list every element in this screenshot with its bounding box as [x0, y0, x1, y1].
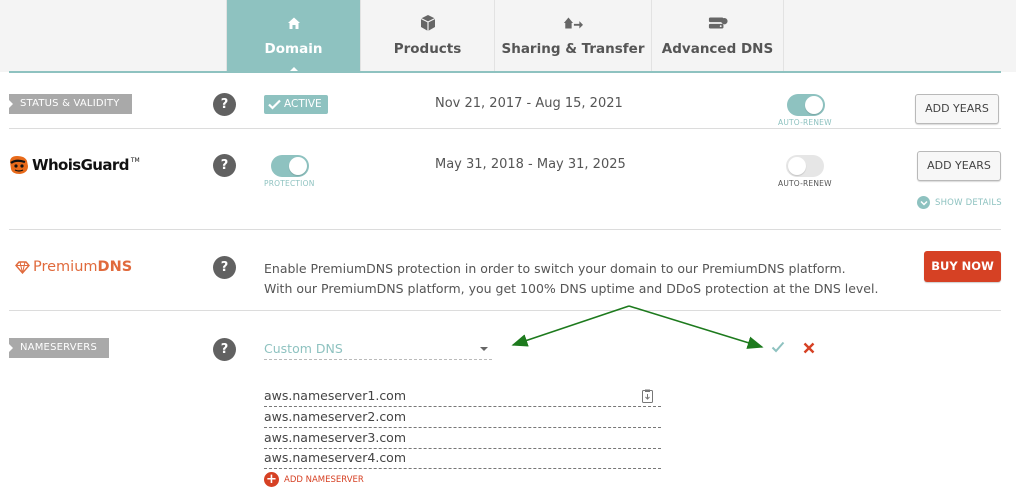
annotation-arrows [511, 305, 764, 349]
annotation-arrow-to-select [511, 305, 630, 347]
annotation-arrow-to-confirm [628, 305, 764, 349]
